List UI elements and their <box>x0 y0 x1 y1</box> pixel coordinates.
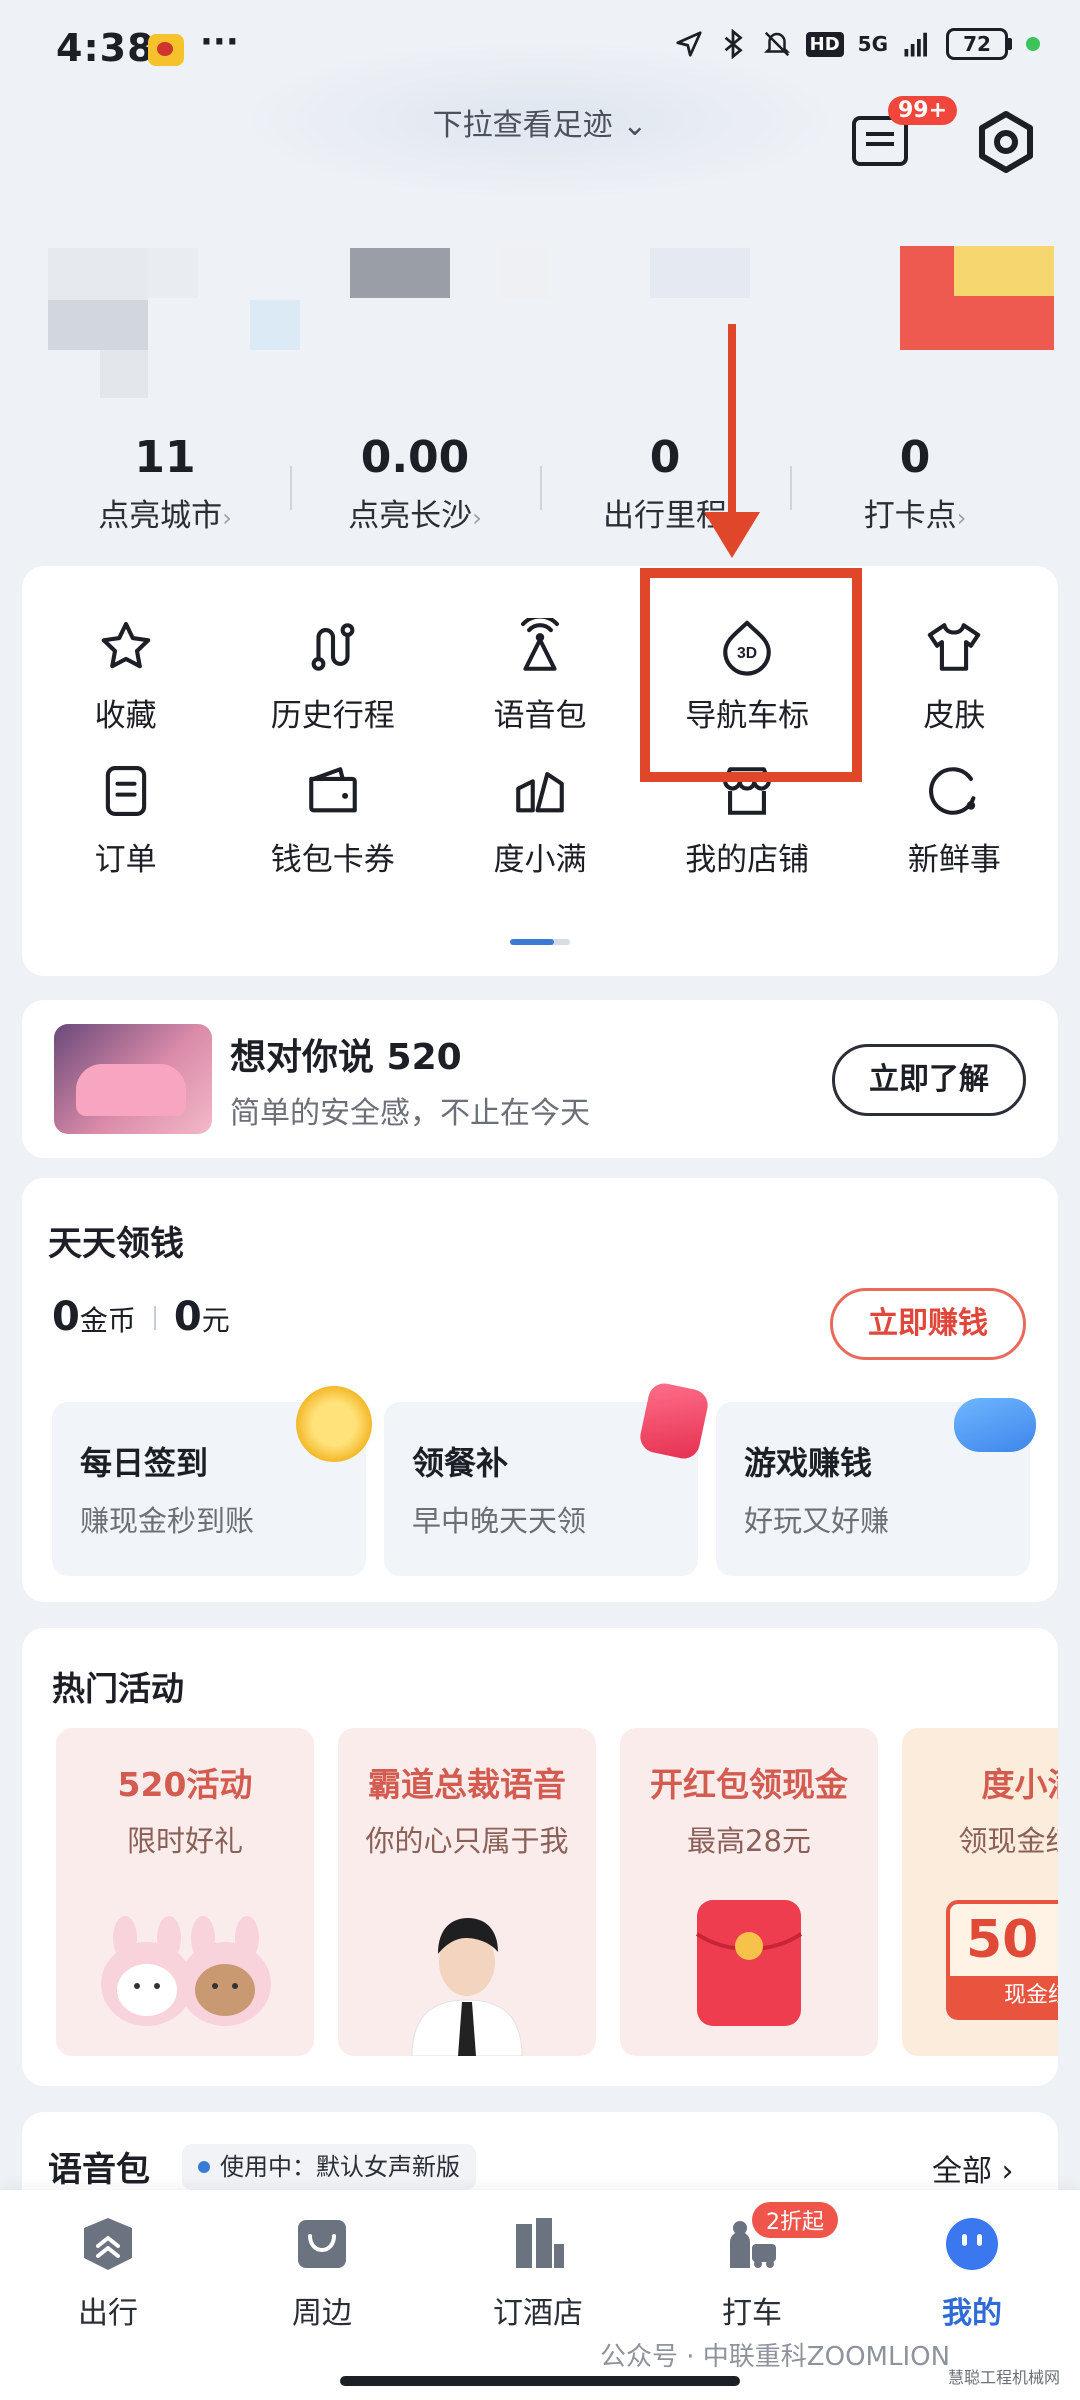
chevron-down-icon: ⌄ <box>622 108 648 143</box>
user-avatar-blurred[interactable] <box>48 248 148 300</box>
activity-red-packet[interactable]: 开红包领现金 最高28元 <box>620 1728 878 2056</box>
stat-lit-cities[interactable]: 11 点亮城市› <box>40 430 290 540</box>
daily-earn-card: 天天领钱 0 金币 0 元 立即赚钱 每日签到 赚现金秒到账 领餐补 早中晚天天… <box>22 1178 1058 1602</box>
user-level-badge-blurred[interactable] <box>900 246 1054 350</box>
gamepad-icon <box>954 1398 1036 1452</box>
battery-icon: 72 <box>946 28 1012 60</box>
weibo-notification-icon <box>148 34 184 66</box>
voice-pack-icon <box>521 618 559 671</box>
message-badge: 99+ <box>888 96 958 125</box>
cash-balance: 0 <box>173 1294 202 1340</box>
task-game-earn[interactable]: 游戏赚钱 好玩又好赚 <box>716 1398 1036 1576</box>
signal-icon <box>904 32 927 57</box>
more-notifications-icon: ··· <box>200 22 239 62</box>
stat-lit-changsha[interactable]: 0.00 点亮长沙› <box>290 430 540 540</box>
voice-pack-view-all[interactable]: 全部 › <box>932 2146 1014 2190</box>
site-watermark: 慧聪工程机械网 <box>948 2368 1061 2387</box>
stat-checkin-points[interactable]: 0 打卡点› <box>790 430 1040 540</box>
status-time: 4:38 <box>56 26 155 70</box>
cash-coupon: 50 现金红包 <box>946 1900 1058 2020</box>
earn-now-button[interactable]: 立即赚钱 <box>830 1288 1026 1360</box>
man-portrait-illustration <box>411 1918 523 2056</box>
tools-grid: 收藏 历史行程 语音包 3D 导航车标 皮肤 订单 钱包卡券 度小满 我的店铺 … <box>22 566 1058 914</box>
wechat-watermark: 公众号 · 中联重科ZOOMLION <box>600 2342 951 2372</box>
chevron-right-icon: › <box>956 504 967 532</box>
promo-thumbnail <box>54 1024 212 1134</box>
chevron-right-icon: › <box>222 504 232 532</box>
daily-earn-title: 天天领钱 <box>48 1224 184 1264</box>
wallet-icon <box>308 767 357 813</box>
tools-page-indicator <box>510 939 570 945</box>
tool-news[interactable]: 新鲜事 <box>851 740 1058 914</box>
nav-hotel[interactable]: 订酒店 <box>458 2214 618 2332</box>
tool-trip-history[interactable]: 历史行程 <box>229 566 436 740</box>
battery-level: 72 <box>946 28 1008 60</box>
tshirt-icon <box>928 623 981 671</box>
star-icon <box>101 621 150 669</box>
hot-activities-card: 热门活动 520活动 限时好礼 霸道总裁语音 你的心只属于我 开红包领现金 最高… <box>22 1628 1058 2086</box>
nearby-icon <box>298 2220 346 2268</box>
tools-card: 收藏 历史行程 语音包 3D 导航车标 皮肤 订单 钱包卡券 度小满 我的店铺 … <box>22 566 1058 976</box>
news-icon <box>929 767 976 815</box>
tool-duxiaoman[interactable]: 度小满 <box>436 740 643 914</box>
voice-pack-title: 语音包 <box>48 2150 150 2190</box>
promo-520-card[interactable]: 想对你说 520 简单的安全感，不止在今天 立即了解 <box>22 1000 1058 1158</box>
coin-balance: 0 <box>52 1294 80 1340</box>
activity-duxiaoman[interactable]: 度小满 领现金红包 50 现金红包 <box>902 1728 1058 2056</box>
pink-car-image <box>76 1064 186 1116</box>
nav-nearby[interactable]: 周边 <box>242 2214 402 2332</box>
promo-subtitle: 简单的安全感，不止在今天 <box>230 1096 590 1131</box>
route-icon <box>311 623 355 671</box>
travel-icon <box>84 2218 132 2270</box>
bunny-couple-illustration <box>101 1916 271 2026</box>
duxiaoman-icon <box>516 772 564 813</box>
task-daily-checkin[interactable]: 每日签到 赚现金秒到账 <box>52 1386 372 1576</box>
taxi-discount-badge: 2折起 <box>752 2202 838 2238</box>
tool-favorites[interactable]: 收藏 <box>22 566 229 740</box>
nav-travel[interactable]: 出行 <box>28 2214 188 2332</box>
hot-activities-title: 热门活动 <box>52 1669 184 1708</box>
activity-520[interactable]: 520活动 限时好礼 <box>56 1728 314 2056</box>
order-icon <box>105 765 146 817</box>
red-packet-illustration <box>695 1900 803 2026</box>
promo-title: 想对你说 520 <box>230 1037 462 1078</box>
tool-wallet[interactable]: 钱包卡券 <box>229 740 436 914</box>
privacy-indicator <box>1026 37 1040 51</box>
gold-coin-icon <box>296 1386 372 1462</box>
tool-skins[interactable]: 皮肤 <box>851 566 1058 740</box>
tool-orders[interactable]: 订单 <box>22 740 229 914</box>
active-dot-icon <box>198 2161 210 2173</box>
red-envelope-icon <box>637 1380 711 1462</box>
hotel-icon <box>516 2218 564 2268</box>
mine-icon <box>946 2218 998 2270</box>
settings-icon[interactable] <box>974 110 1038 174</box>
learn-more-button[interactable]: 立即了解 <box>832 1044 1026 1116</box>
annotation-arrow <box>728 324 736 520</box>
home-indicator[interactable] <box>340 2376 740 2386</box>
task-meal-subsidy[interactable]: 领餐补 早中晚天天领 <box>384 1380 711 1576</box>
voice-pack-status: 使用中：默认女声新版 <box>182 2144 476 2190</box>
annotation-arrow-head <box>704 512 760 558</box>
balance-row: 0 金币 0 元 <box>52 1294 230 1340</box>
activity-ceo-voice[interactable]: 霸道总裁语音 你的心只属于我 <box>338 1728 596 2056</box>
chevron-right-icon: › <box>472 504 482 532</box>
stats-row: 11 点亮城市› 0.00 点亮长沙› 0 出行里程 0 打卡点› <box>40 430 1040 540</box>
network-type: 5G <box>857 32 888 56</box>
annotation-highlight-box <box>640 568 862 782</box>
user-name-blurred <box>48 300 148 350</box>
tool-voice-pack[interactable]: 语音包 <box>436 566 643 740</box>
nav-mine[interactable]: 我的 <box>892 2214 1052 2332</box>
